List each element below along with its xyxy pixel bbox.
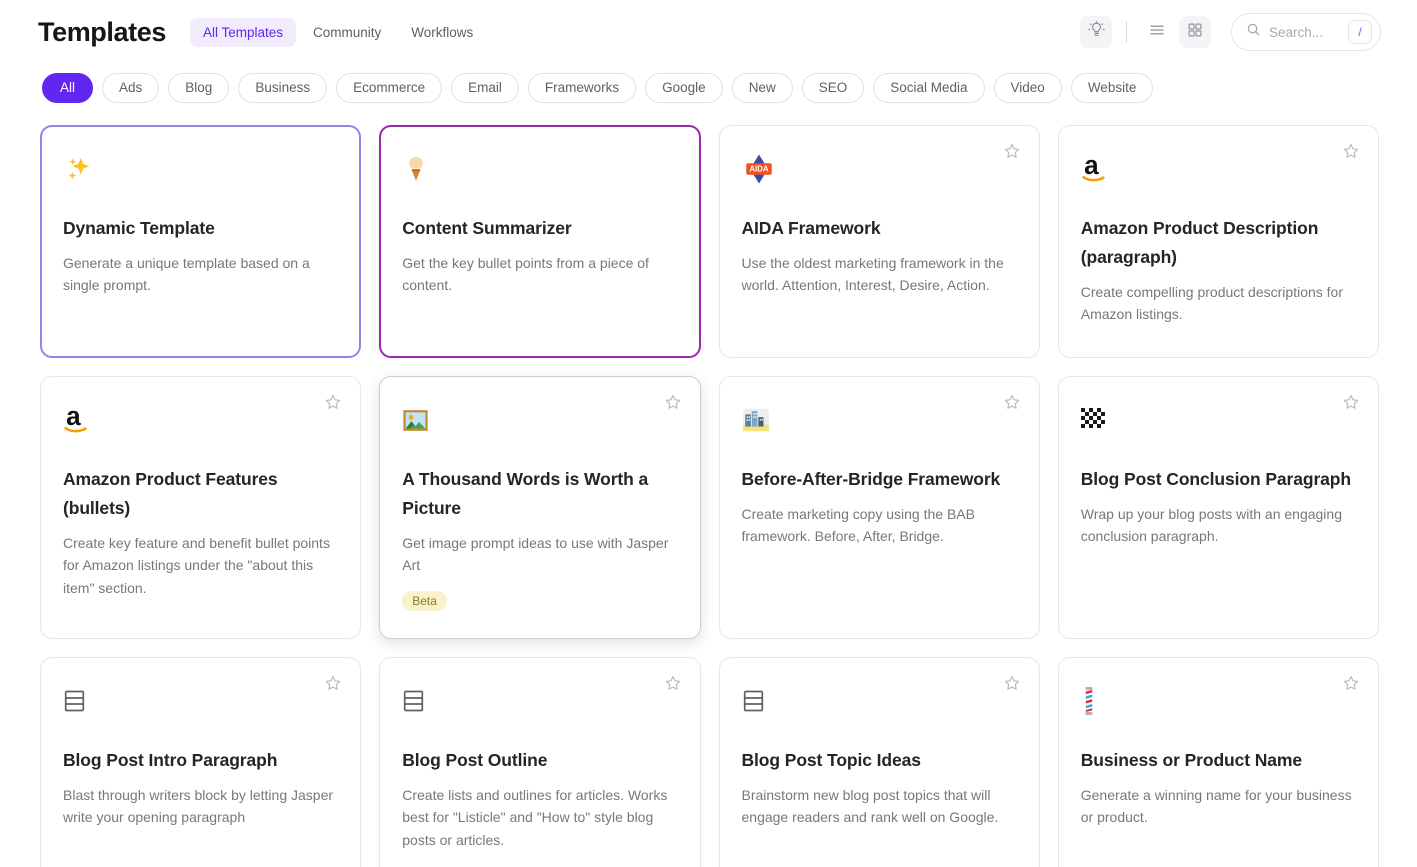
list-view-button[interactable] bbox=[1141, 16, 1173, 48]
template-card-grid: Dynamic Template Generate a unique templ… bbox=[0, 109, 1417, 867]
article-icon bbox=[402, 684, 677, 718]
favorite-star-icon[interactable] bbox=[1003, 142, 1021, 160]
card-title: Dynamic Template bbox=[63, 218, 215, 238]
search-shortcut-key: / bbox=[1348, 20, 1372, 44]
filter-pill-seo[interactable]: SEO bbox=[801, 72, 865, 103]
card-description: Wrap up your blog posts with an engaging… bbox=[1080, 506, 1342, 545]
tab-workflows[interactable]: Workflows bbox=[398, 18, 486, 47]
template-card[interactable]: a Amazon Product Features (bullets) Crea… bbox=[40, 376, 362, 639]
sparkles-icon bbox=[63, 152, 338, 186]
filter-pill-business[interactable]: Business bbox=[238, 72, 328, 103]
page-title: Templates bbox=[38, 16, 166, 47]
card-description: Get the key bullet points from a piece o… bbox=[402, 255, 649, 294]
template-card[interactable]: Dynamic Template Generate a unique templ… bbox=[40, 125, 362, 358]
svg-text:a: a bbox=[1084, 152, 1099, 180]
template-card[interactable]: AIDA AIDA Framework Use the oldest marke… bbox=[718, 125, 1040, 358]
filter-pill-new[interactable]: New bbox=[731, 72, 793, 103]
grid-view-button[interactable] bbox=[1179, 16, 1211, 48]
favorite-star-icon[interactable] bbox=[1003, 674, 1021, 692]
app-header: Templates All Templates Community Workfl… bbox=[0, 7, 1417, 57]
template-card[interactable]: Blog Post Intro Paragraph Blast through … bbox=[40, 657, 362, 867]
card-title: Amazon Product Features (bullets) bbox=[63, 469, 278, 519]
filter-pill-ads[interactable]: Ads bbox=[102, 72, 160, 103]
template-card[interactable]: Blog Post Topic Ideas Brainstorm new blo… bbox=[718, 657, 1040, 867]
barber-pole-icon bbox=[1081, 684, 1356, 718]
filter-pill-all[interactable]: All bbox=[42, 72, 94, 103]
template-card[interactable]: Business or Product Name Generate a winn… bbox=[1057, 657, 1379, 867]
filter-pill-frameworks[interactable]: Frameworks bbox=[527, 72, 637, 103]
card-title: Blog Post Outline bbox=[402, 750, 548, 770]
card-description: Create lists and outlines for articles. … bbox=[402, 787, 668, 848]
card-description: Create key feature and benefit bullet po… bbox=[63, 535, 330, 596]
chequered-flag-icon bbox=[1080, 403, 1356, 437]
aida-logo-icon: AIDA bbox=[742, 152, 1017, 186]
lightbulb-icon bbox=[1087, 21, 1105, 43]
template-card[interactable]: a Amazon Product Description (paragraph)… bbox=[1057, 125, 1379, 358]
favorite-star-icon[interactable] bbox=[324, 393, 342, 411]
search-input[interactable] bbox=[1269, 24, 1340, 40]
card-description: Create compelling product descriptions f… bbox=[1080, 284, 1343, 323]
article-icon bbox=[742, 684, 1017, 718]
template-card[interactable]: A Thousand Words is Worth a Picture Get … bbox=[379, 376, 701, 639]
favorite-star-icon[interactable] bbox=[664, 674, 682, 692]
card-title: Blog Post Conclusion Paragraph bbox=[1080, 469, 1351, 489]
framed-picture-icon bbox=[402, 403, 677, 437]
favorite-star-icon[interactable] bbox=[1342, 142, 1360, 160]
card-title: AIDA Framework bbox=[741, 218, 881, 238]
card-description: Generate a winning name for your busines… bbox=[1080, 787, 1352, 826]
filter-pill-ecommerce[interactable]: Ecommerce bbox=[336, 72, 443, 103]
card-description: Generate a unique template based on a si… bbox=[63, 255, 310, 294]
card-description: Blast through writers block by letting J… bbox=[63, 787, 334, 826]
favorite-star-icon[interactable] bbox=[324, 674, 342, 692]
favorite-star-icon[interactable] bbox=[1003, 393, 1021, 411]
card-title: Before-After-Bridge Framework bbox=[741, 469, 1001, 489]
card-title: Business or Product Name bbox=[1080, 750, 1303, 770]
card-title: Amazon Product Description (paragraph) bbox=[1080, 218, 1319, 268]
amazon-logo-icon: a bbox=[63, 403, 338, 437]
grid-view-icon bbox=[1187, 22, 1203, 43]
card-description: Use the oldest marketing framework in th… bbox=[741, 255, 1004, 294]
header-divider bbox=[1126, 21, 1127, 43]
favorite-star-icon[interactable] bbox=[1342, 393, 1360, 411]
card-title: Blog Post Intro Paragraph bbox=[63, 750, 278, 770]
article-icon bbox=[63, 684, 338, 718]
header-actions: / bbox=[1080, 13, 1381, 51]
ice-cream-cone-icon bbox=[402, 152, 677, 186]
template-card[interactable]: Content Summarizer Get the key bullet po… bbox=[379, 125, 701, 358]
amazon-logo-icon: a bbox=[1081, 152, 1356, 186]
search-icon bbox=[1246, 22, 1261, 42]
card-description: Get image prompt ideas to use with Jaspe… bbox=[402, 535, 669, 574]
svg-text:a: a bbox=[66, 403, 81, 431]
filter-pill-video[interactable]: Video bbox=[993, 72, 1062, 103]
filter-pill-google[interactable]: Google bbox=[645, 72, 723, 103]
template-card[interactable]: Blog Post Outline Create lists and outli… bbox=[379, 657, 701, 867]
tab-all-templates[interactable]: All Templates bbox=[189, 17, 296, 47]
card-description: Create marketing copy using the BAB fram… bbox=[741, 506, 975, 545]
template-card[interactable]: Blog Post Conclusion Paragraph Wrap up y… bbox=[1057, 376, 1379, 639]
svg-text:AIDA: AIDA bbox=[749, 165, 769, 174]
view-toggle bbox=[1141, 16, 1211, 48]
list-view-icon bbox=[1148, 21, 1166, 44]
favorite-star-icon[interactable] bbox=[1342, 674, 1360, 692]
search-box[interactable]: / bbox=[1231, 13, 1381, 51]
favorite-star-icon[interactable] bbox=[664, 393, 682, 411]
category-filter-bar: All Ads Blog Business Ecommerce Email Fr… bbox=[0, 57, 1417, 109]
header-tabs: All Templates Community Workflows bbox=[189, 17, 486, 47]
card-description: Brainstorm new blog post topics that wil… bbox=[741, 787, 999, 826]
lightbulb-button[interactable] bbox=[1080, 16, 1112, 48]
filter-pill-website[interactable]: Website bbox=[1070, 72, 1154, 103]
cityscape-icon bbox=[742, 403, 1017, 437]
filter-pill-email[interactable]: Email bbox=[451, 72, 519, 103]
card-title: Blog Post Topic Ideas bbox=[741, 750, 922, 770]
template-card[interactable]: Before-After-Bridge Framework Create mar… bbox=[718, 376, 1040, 639]
card-title: A Thousand Words is Worth a Picture bbox=[402, 469, 649, 519]
filter-pill-blog[interactable]: Blog bbox=[168, 72, 230, 103]
tab-community[interactable]: Community bbox=[300, 18, 394, 47]
card-title: Content Summarizer bbox=[402, 218, 572, 238]
status-badge: Beta bbox=[402, 590, 447, 611]
filter-pill-social-media[interactable]: Social Media bbox=[873, 72, 985, 103]
